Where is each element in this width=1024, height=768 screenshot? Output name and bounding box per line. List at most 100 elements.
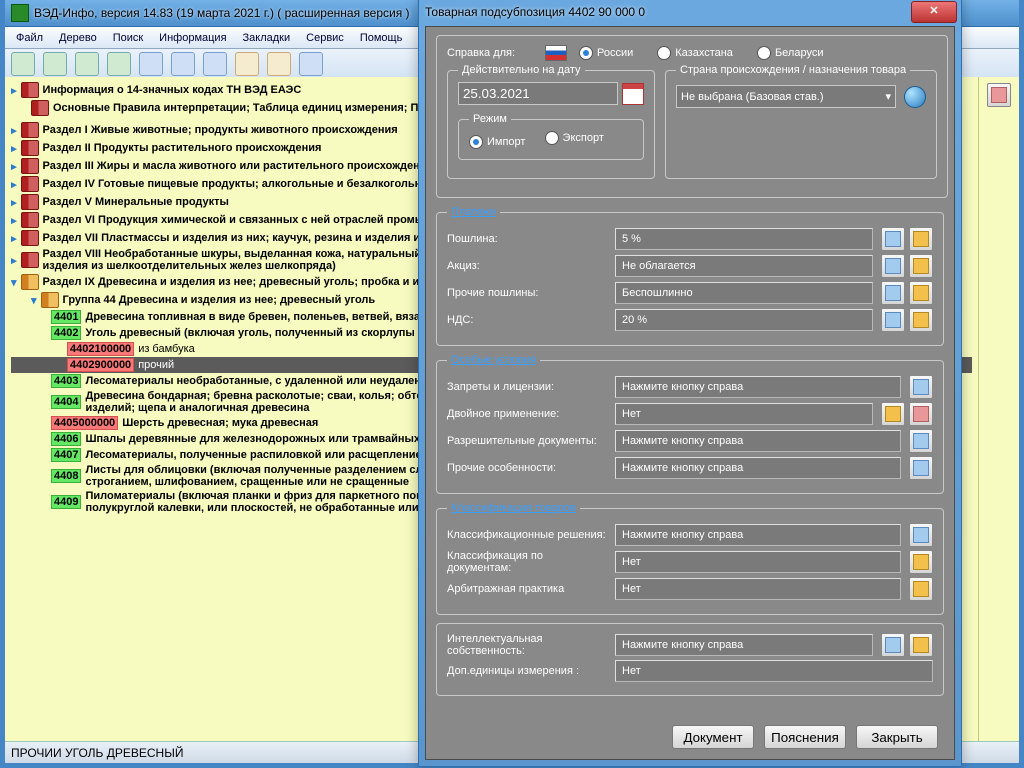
vat-btn2[interactable]: [909, 308, 933, 332]
globe-icon[interactable]: [904, 86, 926, 108]
menu-service[interactable]: Сервис: [299, 30, 351, 46]
mode-legend: Режим: [469, 113, 511, 125]
other-label: Прочие пошлины:: [447, 287, 607, 299]
fs-special: Особые условия Запреты и лицензии:Нажмит…: [436, 354, 944, 494]
arb-label: Арбитражная практика: [447, 583, 607, 595]
rp-btn-1[interactable]: [987, 83, 1011, 107]
radio-russia[interactable]: России: [579, 46, 633, 60]
tb-4[interactable]: [107, 52, 131, 76]
tb-6[interactable]: [171, 52, 195, 76]
btn-explanations[interactable]: Пояснения: [764, 725, 846, 749]
code-4402100000[interactable]: 4402100000: [67, 342, 134, 356]
tb-7[interactable]: [203, 52, 227, 76]
row-s1[interactable]: Раздел I Живые животные; продукты животн…: [43, 124, 398, 136]
rightpane: [978, 77, 1019, 742]
perm-btn[interactable]: [909, 429, 933, 453]
class-legend[interactable]: Классификация товаров: [451, 502, 576, 514]
code-4401[interactable]: 4401: [51, 310, 81, 324]
chevron-down-icon: ▾: [885, 90, 891, 103]
code-4409[interactable]: 4409: [51, 495, 81, 509]
vat-label: НДС:: [447, 314, 607, 326]
ip-label: Интеллектуальная собственность:: [447, 633, 607, 657]
code-4406[interactable]: 4406: [51, 432, 81, 446]
t44021[interactable]: из бамбука: [138, 343, 195, 355]
radio-kazakhstan[interactable]: Казахстана: [657, 46, 733, 60]
ip-btn2[interactable]: [909, 633, 933, 657]
ip-btn1[interactable]: [881, 633, 905, 657]
duty-label: Пошлина:: [447, 233, 607, 245]
tb-3[interactable]: [75, 52, 99, 76]
menu-search[interactable]: Поиск: [106, 30, 150, 46]
ban-btn[interactable]: [909, 375, 933, 399]
duty-btn2[interactable]: [909, 227, 933, 251]
tb-8[interactable]: [235, 52, 259, 76]
excise-btn1[interactable]: [881, 254, 905, 278]
row-s7[interactable]: Раздел VII Пластмассы и изделия из них; …: [43, 232, 449, 244]
date-input[interactable]: [458, 82, 618, 105]
menu-file[interactable]: Файл: [9, 30, 50, 46]
dec-value: Нажмите кнопку справа: [615, 524, 901, 546]
dialog: Товарная подсубпозиция 4402 90 000 0 ✕ С…: [418, 0, 962, 767]
other-btn2[interactable]: [909, 281, 933, 305]
date-legend: Действительно на дату: [458, 64, 585, 76]
dual-btn2[interactable]: [909, 402, 933, 426]
tb-1[interactable]: [11, 52, 35, 76]
perm-label: Разрешительные документы:: [447, 435, 607, 447]
duty-btn1[interactable]: [881, 227, 905, 251]
doc-btn[interactable]: [909, 550, 933, 574]
code-4402900000[interactable]: 4402900000: [67, 358, 134, 372]
status-text: ПРОЧИИ УГОЛЬ ДРЕВЕСНЫЙ: [11, 746, 183, 760]
misc-value: Нажмите кнопку справа: [615, 457, 901, 479]
excise-label: Акциз:: [447, 260, 607, 272]
code-4408[interactable]: 4408: [51, 469, 81, 483]
dual-label: Двойное применение:: [447, 408, 607, 420]
radio-belarus[interactable]: Беларуси: [757, 46, 824, 60]
tb-5[interactable]: [139, 52, 163, 76]
fs-ip: Интеллектуальная собственность:Нажмите к…: [436, 623, 944, 696]
fs-mode: Режим Импорт Экспорт: [458, 113, 644, 160]
dec-btn[interactable]: [909, 523, 933, 547]
btn-document[interactable]: Документ: [672, 725, 754, 749]
row-s2[interactable]: Раздел II Продукты растительного происхо…: [43, 142, 322, 154]
duty-value: 5 %: [615, 228, 873, 250]
arb-btn[interactable]: [909, 577, 933, 601]
t4406[interactable]: Шпалы деревянные для железнодорожных или…: [85, 433, 454, 445]
payments-legend[interactable]: Платежи: [451, 206, 496, 218]
tb-9[interactable]: [267, 52, 291, 76]
code-4405000000[interactable]: 4405000000: [51, 416, 118, 430]
doc-label: Классификация по документам:: [447, 550, 607, 574]
code-4402[interactable]: 4402: [51, 326, 81, 340]
code-4407[interactable]: 4407: [51, 448, 81, 462]
dialog-close-button[interactable]: ✕: [911, 1, 957, 23]
t44050[interactable]: Шерсть древесная; мука древесная: [122, 417, 318, 429]
origin-combo[interactable]: Не выбрана (Базовая став.)▾: [676, 85, 896, 108]
calendar-icon[interactable]: [622, 83, 644, 105]
other-btn1[interactable]: [881, 281, 905, 305]
dec-label: Классификационные решения:: [447, 529, 607, 541]
tb-10[interactable]: [299, 52, 323, 76]
radio-import[interactable]: Импорт: [469, 135, 525, 149]
other-value: Беспошлинно: [615, 282, 873, 304]
row-grp44[interactable]: Группа 44 Древесина и изделия из нее; др…: [63, 294, 376, 306]
code-4403[interactable]: 4403: [51, 374, 81, 388]
dual-value: Нет: [615, 403, 873, 425]
menu-help[interactable]: Помощь: [353, 30, 410, 46]
vat-btn1[interactable]: [881, 308, 905, 332]
excise-btn2[interactable]: [909, 254, 933, 278]
tb-2[interactable]: [43, 52, 67, 76]
dual-btn[interactable]: [881, 402, 905, 426]
special-legend[interactable]: Особые условия: [451, 354, 536, 366]
menu-info[interactable]: Информация: [152, 30, 233, 46]
unit-value: Нет: [615, 660, 933, 682]
btn-close[interactable]: Закрыть: [856, 725, 938, 749]
menu-bookmarks[interactable]: Закладки: [236, 30, 298, 46]
fs-date: Действительно на дату Режим Импорт Экспо…: [447, 64, 655, 179]
code-4404[interactable]: 4404: [51, 395, 81, 409]
row-s5[interactable]: Раздел V Минеральные продукты: [43, 196, 229, 208]
row-info14[interactable]: Информация о 14-значных кодах ТН ВЭД ЕАЭ…: [43, 84, 302, 96]
radio-export[interactable]: Экспорт: [545, 131, 604, 145]
main-title: ВЭД-Инфо, версия 14.83 (19 марта 2021 г.…: [34, 6, 410, 20]
menu-tree[interactable]: Дерево: [52, 30, 104, 46]
fs-ref: Справка для: России Казахстана Беларуси …: [436, 35, 948, 198]
misc-btn[interactable]: [909, 456, 933, 480]
